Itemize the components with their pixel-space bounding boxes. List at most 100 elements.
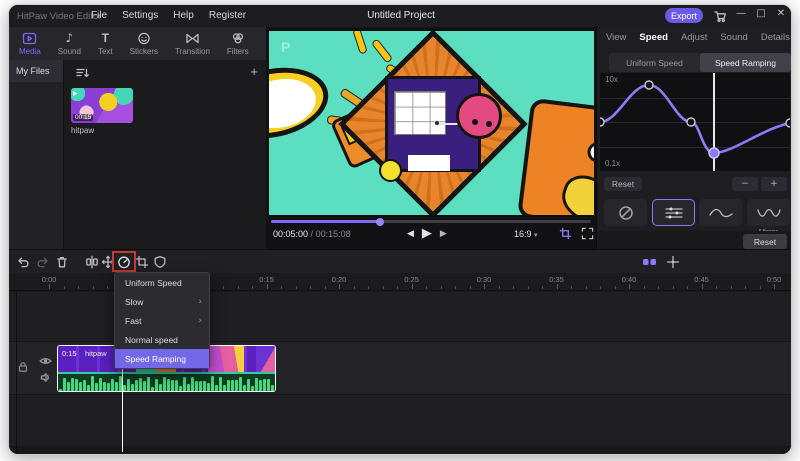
preview-progress-bar[interactable]	[271, 217, 591, 226]
ruler-tick	[295, 286, 297, 289]
media-thumbnail-hitpaw[interactable]: ▶ 00:15	[71, 88, 133, 123]
fullscreen-icon[interactable]	[581, 227, 594, 240]
maximize-button[interactable]: □	[753, 8, 769, 19]
menu-help[interactable]: Help	[173, 10, 194, 21]
speed-curve[interactable]	[600, 83, 790, 155]
split-icon[interactable]	[85, 255, 99, 269]
crop-icon[interactable]	[135, 255, 149, 269]
tab-speed[interactable]: Speed	[639, 32, 668, 43]
waveform-bar	[223, 384, 226, 391]
ruler-tick	[78, 286, 79, 289]
tab-adjust[interactable]: Adjust	[681, 32, 707, 43]
tab-filters[interactable]: Filters	[227, 32, 249, 56]
add-keyframe-icon[interactable]	[666, 255, 680, 269]
ramping-reset-button[interactable]: Reset	[743, 234, 787, 249]
preset-mirror-button[interactable]	[747, 199, 790, 226]
next-frame-button[interactable]: ▶	[440, 229, 447, 239]
menu-item-normal-speed[interactable]: Normal speed	[115, 330, 209, 349]
ruler-tick	[92, 286, 94, 289]
menu-register[interactable]: Register	[209, 10, 246, 21]
trash-icon[interactable]	[55, 255, 69, 269]
ruler-label: 0:15	[259, 275, 274, 284]
curve-point[interactable]	[644, 80, 654, 90]
export-button[interactable]: Export	[665, 8, 703, 23]
waveform-bar	[239, 376, 242, 391]
curve-point-start[interactable]	[600, 117, 605, 127]
auto-ripple-icon[interactable]	[642, 256, 657, 268]
tab-sound[interactable]: Sound	[720, 32, 747, 43]
waveform-bar	[243, 384, 246, 391]
waveform-bar	[187, 383, 190, 391]
aspect-ratio-dropdown[interactable]: 16:9 ▾	[514, 229, 538, 239]
curve-point[interactable]	[686, 117, 696, 127]
waveform-bar	[99, 377, 102, 391]
tab-media[interactable]: Media	[19, 32, 41, 56]
ruler-tick	[614, 286, 616, 289]
chevron-down-icon: ▾	[534, 231, 538, 239]
minimize-button[interactable]: —	[733, 8, 749, 19]
cart-icon[interactable]	[713, 9, 727, 23]
prev-frame-button[interactable]: ◀	[407, 229, 414, 239]
waveform-bar	[219, 377, 222, 391]
thumbnail-name: hitpaw	[71, 126, 95, 135]
ruler-tick	[556, 284, 558, 289]
waveform-bar	[115, 382, 118, 391]
lock-icon[interactable]	[17, 361, 29, 373]
tab-text-label: Text	[97, 46, 113, 56]
menu-settings[interactable]: Settings	[122, 10, 158, 21]
audio-mute-icon[interactable]	[40, 372, 51, 383]
tab-details[interactable]: Details	[761, 32, 790, 43]
tab-transition-label: Transition	[175, 46, 210, 56]
curve-reset-button[interactable]: Reset	[604, 177, 642, 191]
add-media-button[interactable]: +	[250, 64, 258, 79]
preset-curve-button[interactable]	[699, 199, 742, 226]
menu-item-slow[interactable]: Slow ›	[115, 292, 209, 311]
mode-uniform-speed[interactable]: Uniform Speed	[609, 53, 700, 72]
sort-icon[interactable]	[76, 67, 89, 79]
curve-point-end[interactable]	[785, 118, 790, 128]
remove-point-button[interactable]: −	[732, 177, 758, 191]
waveform-bar	[167, 379, 170, 391]
undo-icon[interactable]	[17, 255, 31, 269]
eye-icon[interactable]	[39, 356, 52, 366]
menu-file[interactable]: File	[91, 10, 107, 21]
submenu-arrow-icon: ›	[198, 315, 202, 326]
crop-preview-icon[interactable]	[559, 227, 572, 240]
tab-stickers[interactable]: Stickers	[130, 32, 158, 56]
mode-speed-ramping[interactable]: Speed Ramping	[700, 53, 791, 72]
menu-item-uniform-speed[interactable]: Uniform Speed	[115, 273, 209, 292]
close-button[interactable]: ✕	[773, 8, 789, 19]
menu-item-speed-ramping[interactable]: Speed Ramping	[115, 349, 209, 368]
app-title: HitPaw Video Editor	[17, 11, 102, 22]
preset-none-button[interactable]	[604, 199, 647, 226]
waveform-bar	[227, 380, 230, 391]
tab-text[interactable]: T Text	[97, 31, 113, 56]
ruler-tick	[368, 286, 369, 289]
media-library: + ▶ 00:15 hitpaw	[65, 60, 266, 253]
play-button[interactable]: ▶	[422, 226, 432, 241]
waveform-bar	[155, 379, 158, 391]
tab-view[interactable]: View	[606, 32, 626, 43]
curve-point-selected[interactable]	[708, 147, 720, 159]
waveform-bar	[255, 377, 258, 391]
sticker-badge-icon[interactable]	[153, 255, 167, 269]
tab-sound[interactable]: ♪ Sound	[58, 31, 81, 56]
sidebar-item-my-files[interactable]: My Files	[9, 60, 63, 82]
video-viewport[interactable]: P	[269, 29, 594, 217]
menu-item-fast[interactable]: Fast ›	[115, 311, 209, 330]
tab-transition[interactable]: Transition	[175, 32, 210, 56]
preset-custom-button[interactable]	[652, 199, 695, 226]
ruler-tick	[469, 286, 471, 289]
ruler-label: 0:20	[331, 275, 347, 284]
ruler-tick	[629, 284, 630, 289]
ruler-tick	[63, 286, 65, 289]
app-window: HitPaw Video Editor File Settings Help R…	[8, 4, 792, 455]
clip-frame	[256, 346, 275, 372]
progress-handle[interactable]	[375, 217, 384, 226]
speed-curve-graph[interactable]: 10x 0.1x	[600, 73, 790, 171]
track-row-3[interactable]	[9, 395, 791, 446]
current-time: 00:05:00	[273, 229, 309, 239]
curve-double-icon	[756, 206, 781, 220]
redo-icon[interactable]	[35, 255, 49, 269]
add-point-button[interactable]: +	[761, 177, 787, 191]
